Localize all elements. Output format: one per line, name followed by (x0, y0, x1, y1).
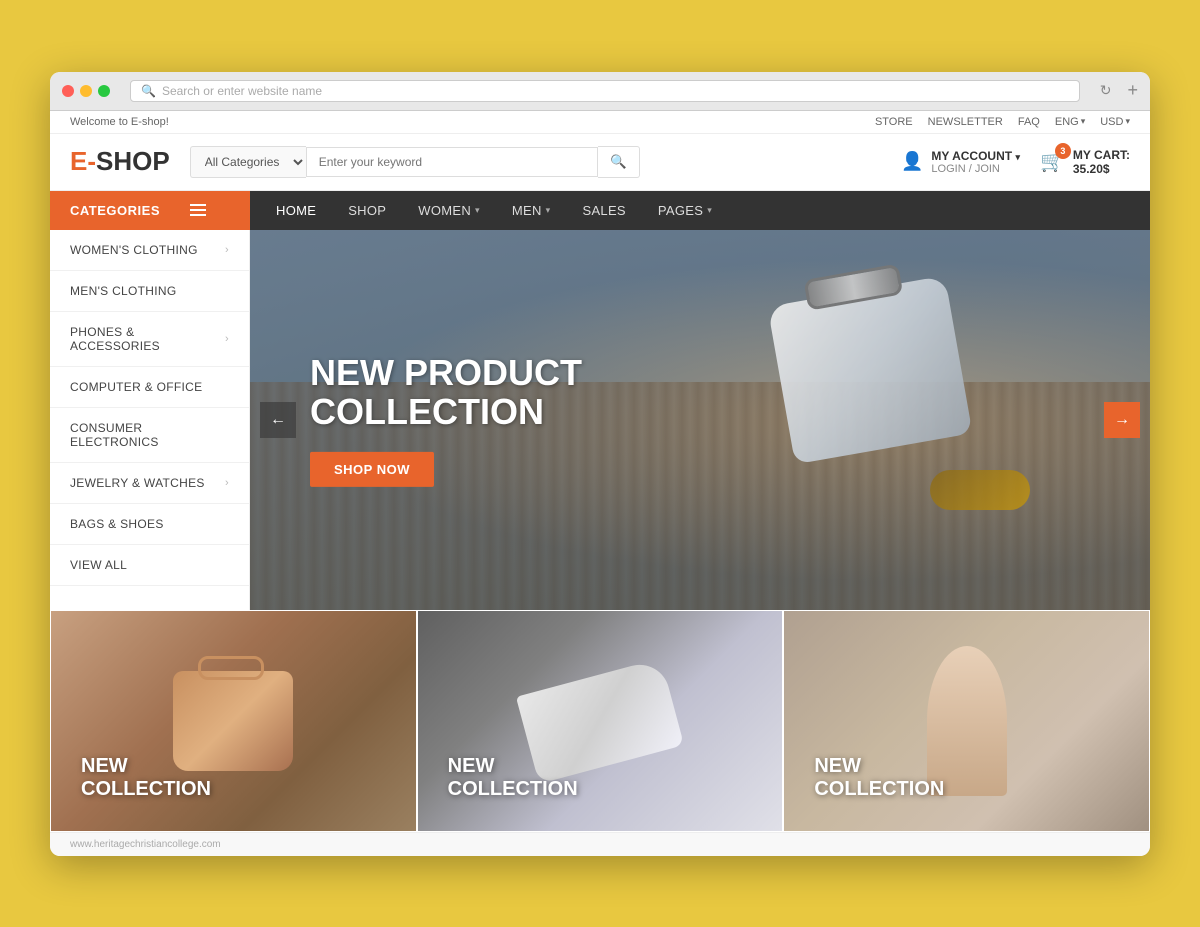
sunglasses-shape (930, 470, 1030, 510)
collections-row: NEW COLLECTION NEW COLLECTION NEW COLLEC… (50, 610, 1150, 832)
search-input[interactable] (306, 147, 598, 177)
address-text: Search or enter website name (162, 84, 322, 98)
collection-text-3: NEW COLLECTION (814, 755, 944, 801)
currency-selector[interactable]: USD ▾ (1100, 116, 1130, 128)
currency-text: USD (1100, 116, 1123, 128)
store-link[interactable]: STORE (875, 116, 913, 128)
account-area[interactable]: 👤 MY ACCOUNT ▾ LOGIN / JOIN (901, 149, 1020, 175)
search-button[interactable]: 🔍 (598, 146, 640, 178)
lang-chevron: ▾ (1081, 116, 1086, 127)
slider-prev-button[interactable]: ← (260, 402, 296, 438)
cart-area[interactable]: 🛒 3 MY CART: 35.20$ (1040, 148, 1130, 176)
main-content: WOMEN'S CLOTHING › MEN'S CLOTHING PHONES… (50, 230, 1150, 610)
add-tab-button[interactable]: + (1127, 80, 1138, 101)
account-subtitle: LOGIN / JOIN (931, 163, 1020, 175)
reload-icon[interactable]: ↻ (1100, 82, 1112, 99)
top-bar: Welcome to E-shop! STORE NEWSLETTER FAQ … (50, 111, 1150, 134)
nav-links: HOME SHOP WOMEN ▾ MEN ▾ SALES PAGES ▾ (250, 191, 738, 230)
menu-icon (190, 204, 206, 216)
sidebar-item-computer[interactable]: COMPUTER & OFFICE (50, 367, 249, 408)
maximize-dot[interactable] (98, 85, 110, 97)
address-bar[interactable]: 🔍 Search or enter website name (130, 80, 1080, 102)
jewelry-arrow: › (225, 477, 229, 489)
hero-area: NEW PRODUCT COLLECTION SHOP NOW ← → (250, 230, 1150, 610)
main-nav: CATEGORIES HOME SHOP WOMEN ▾ MEN ▾ SALES (50, 191, 1150, 230)
currency-chevron: ▾ (1125, 116, 1130, 127)
account-info: MY ACCOUNT ▾ LOGIN / JOIN (931, 149, 1020, 175)
minimize-dot[interactable] (80, 85, 92, 97)
faq-link[interactable]: FAQ (1018, 116, 1040, 128)
browser-dots (62, 85, 110, 97)
categories-button[interactable]: CATEGORIES (50, 191, 250, 230)
header-right: 👤 MY ACCOUNT ▾ LOGIN / JOIN 🛒 3 MY CART:… (901, 148, 1130, 176)
collection-text-2: NEW COLLECTION (448, 755, 578, 801)
categories-label: CATEGORIES (70, 203, 160, 218)
hero-title: NEW PRODUCT COLLECTION (310, 352, 582, 431)
cart-title: MY CART: (1073, 148, 1130, 162)
phones-arrow: › (225, 333, 229, 345)
newsletter-link[interactable]: NEWSLETTER (928, 116, 1003, 128)
sidebar-item-phones[interactable]: PHONES & ACCESSORIES › (50, 312, 249, 367)
collection-card-3[interactable]: NEW COLLECTION (784, 611, 1149, 831)
bottom-bar: www.heritagechristiancollege.com (50, 832, 1150, 856)
hero-text-overlay: NEW PRODUCT COLLECTION SHOP NOW (310, 352, 582, 486)
logo[interactable]: E- SHOP (70, 146, 170, 177)
sidebar-item-bags-shoes[interactable]: BAGS & SHOES (50, 504, 249, 545)
cart-total: 35.20$ (1073, 162, 1130, 176)
cart-badge: 3 (1055, 143, 1071, 159)
sidebar-item-view-all[interactable]: VIEW ALL (50, 545, 249, 586)
browser-titlebar: 🔍 Search or enter website name ↻ + (50, 72, 1150, 111)
sidebar-item-jewelry[interactable]: JEWELRY & WATCHES › (50, 463, 249, 504)
hero-slide: NEW PRODUCT COLLECTION SHOP NOW ← → (250, 230, 1150, 610)
nav-shop[interactable]: SHOP (332, 191, 402, 230)
collection-card-1[interactable]: NEW COLLECTION (51, 611, 416, 831)
cart-info: MY CART: 35.20$ (1073, 148, 1130, 176)
language-selector[interactable]: ENG ▾ (1055, 116, 1085, 128)
hero-objects (750, 270, 1050, 550)
close-dot[interactable] (62, 85, 74, 97)
sidebar-item-consumer-electronics[interactable]: CONSUMER ELECTRONICS (50, 408, 249, 463)
nav-sales[interactable]: SALES (566, 191, 641, 230)
sidebar-item-womens-clothing[interactable]: WOMEN'S CLOTHING › (50, 230, 249, 271)
women-chevron: ▾ (475, 205, 480, 216)
pages-chevron: ▾ (707, 205, 712, 216)
hero-cta-button[interactable]: SHOP NOW (310, 452, 434, 487)
men-chevron: ▾ (546, 205, 551, 216)
footer-url: www.heritagechristiancollege.com (70, 839, 221, 850)
browser-window: 🔍 Search or enter website name ↻ + Welco… (50, 72, 1150, 856)
nav-pages[interactable]: PAGES ▾ (642, 191, 728, 230)
lang-text: ENG (1055, 116, 1079, 128)
welcome-text: Welcome to E-shop! (70, 116, 169, 128)
bag-shape (767, 275, 972, 464)
search-icon: 🔍 (141, 84, 156, 98)
nav-home[interactable]: HOME (260, 191, 332, 230)
top-bar-right: STORE NEWSLETTER FAQ ENG ▾ USD ▾ (875, 116, 1130, 128)
logo-e: E- (70, 146, 96, 177)
nav-men[interactable]: MEN ▾ (496, 191, 567, 230)
account-chevron: ▾ (1015, 152, 1020, 162)
cart-icon-wrap: 🛒 3 (1040, 149, 1065, 174)
sidebar: WOMEN'S CLOTHING › MEN'S CLOTHING PHONES… (50, 230, 250, 610)
womens-arrow: › (225, 244, 229, 256)
nav-women[interactable]: WOMEN ▾ (402, 191, 496, 230)
logo-shop: SHOP (96, 146, 170, 177)
slider-next-button[interactable]: → (1104, 402, 1140, 438)
account-title: MY ACCOUNT ▾ (931, 149, 1020, 163)
user-icon: 👤 (901, 151, 923, 172)
category-dropdown[interactable]: All Categories (190, 146, 306, 178)
collection-text-1: NEW COLLECTION (81, 755, 211, 801)
search-area: All Categories 🔍 (190, 146, 640, 178)
header: E- SHOP All Categories 🔍 👤 MY ACCOUNT ▾ … (50, 134, 1150, 191)
search-icon: 🔍 (610, 154, 627, 169)
sidebar-item-mens-clothing[interactable]: MEN'S CLOTHING (50, 271, 249, 312)
collection-card-2[interactable]: NEW COLLECTION (418, 611, 783, 831)
